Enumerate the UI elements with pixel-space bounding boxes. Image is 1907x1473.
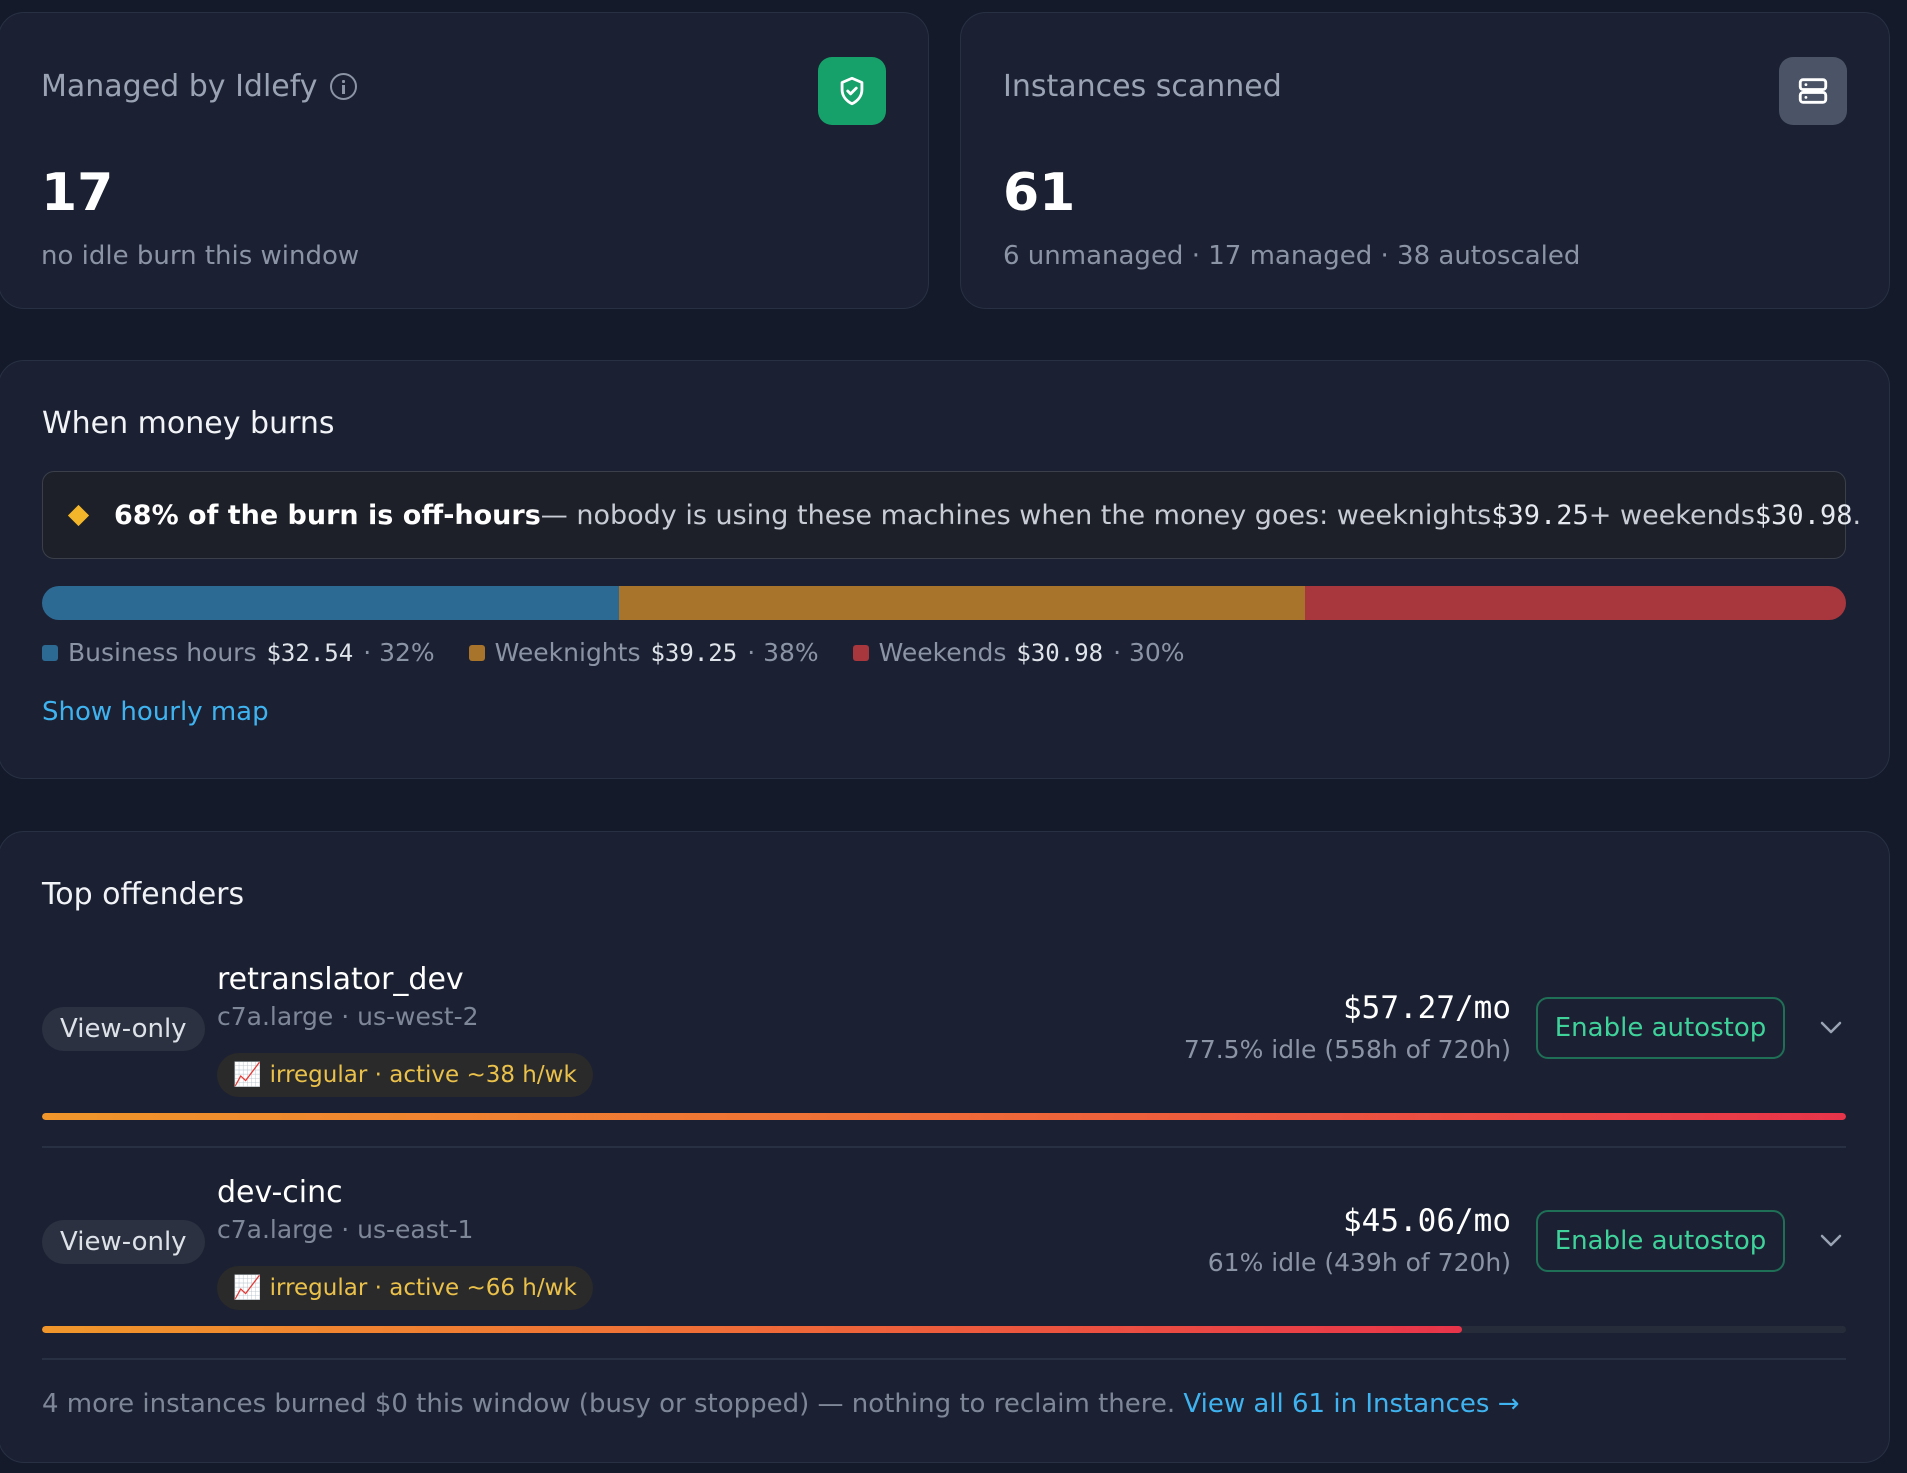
shield-check-icon [818, 57, 886, 125]
view-only-badge: View-only [42, 1220, 205, 1264]
scanned-card: Instances scanned 61 6 unmanaged · 17 ma… [960, 12, 1890, 309]
view-all-instances-link[interactable]: View all 61 in Instances → [1183, 1389, 1519, 1419]
offender-row: View-only dev-cinc c7a.large · us-east-1… [42, 1173, 1846, 1333]
chevron-down-icon[interactable] [1816, 1226, 1846, 1256]
legend-swatch [42, 644, 58, 661]
scanned-subtitle: 6 unmanaged · 17 managed · 38 autoscaled [1003, 241, 1581, 271]
offenders-footer: 4 more instances burned $0 this window (… [42, 1389, 1520, 1419]
chart-increasing-icon: 📈 [233, 1275, 262, 1301]
managed-count: 17 [41, 163, 114, 223]
instance-meta: c7a.large · us-east-1 [217, 1215, 474, 1244]
instance-meta: c7a.large · us-west-2 [217, 1002, 479, 1031]
monthly-cost: $45.06/mo [1343, 1203, 1511, 1239]
segment-business-hours [42, 586, 620, 620]
segment-weeknights [619, 586, 1305, 620]
instance-name[interactable]: retranslator_dev [217, 962, 464, 997]
scanned-label: Instances scanned [1003, 69, 1282, 104]
callout-weekends: $30.98 [1754, 499, 1853, 531]
legend-swatch [852, 644, 869, 661]
legend-business-hours: Business hours $32.54 · 32% [42, 638, 435, 667]
dashboard: Managed by Idlefy 17 no idle burn this w… [0, 0, 1907, 1473]
idle-stats: 61% idle (439h of 720h) [1207, 1248, 1511, 1277]
callout-text: — nobody is using these machines when th… [540, 499, 1492, 531]
offenders-title: Top offenders [42, 877, 245, 912]
idle-cost-bar [42, 1326, 1846, 1333]
enable-autostop-button[interactable]: Enable autostop [1536, 1210, 1785, 1272]
view-only-badge: View-only [42, 1007, 205, 1051]
managed-subtitle: no idle burn this window [41, 241, 360, 271]
chevron-down-icon[interactable] [1816, 1013, 1846, 1043]
row-divider [42, 1358, 1846, 1360]
info-icon[interactable] [329, 73, 357, 100]
activity-tag: 📈 irregular · active ~66 h/wk [217, 1266, 593, 1310]
enable-autostop-button[interactable]: Enable autostop [1536, 997, 1785, 1059]
burn-title: When money burns [42, 406, 335, 441]
callout-end: . [1852, 499, 1862, 531]
warning-diamond-icon [67, 504, 90, 526]
callout-bold: 68% of the burn is off-hours [114, 499, 541, 531]
legend-weekends: Weekends $30.98 · 30% [852, 638, 1185, 667]
managed-label: Managed by Idlefy [41, 69, 357, 104]
legend-swatch [468, 644, 485, 661]
row-divider [42, 1146, 1846, 1148]
instance-name[interactable]: dev-cinc [217, 1175, 343, 1210]
callout-plus: + weekends [1588, 499, 1755, 531]
off-hours-callout: 68% of the burn is off-hours — nobody is… [42, 471, 1861, 559]
show-hourly-map-link[interactable]: Show hourly map [42, 697, 269, 727]
offender-row: View-only retranslator_dev c7a.large · u… [42, 960, 1846, 1120]
burn-stacked-bar [42, 586, 1846, 620]
burn-legend: Business hours $32.54 · 32% Weeknights $… [42, 638, 1185, 667]
server-icon [1779, 57, 1847, 125]
idle-cost-bar-fill [42, 1326, 1462, 1333]
activity-tag: 📈 irregular · active ~38 h/wk [217, 1053, 593, 1097]
callout-weeknights: $39.25 [1491, 499, 1589, 531]
segment-weekends [1304, 586, 1846, 620]
legend-weeknights: Weeknights $39.25 · 38% [468, 638, 819, 667]
idle-stats: 77.5% idle (558h of 720h) [1183, 1035, 1511, 1064]
managed-card: Managed by Idlefy 17 no idle burn this w… [0, 12, 929, 309]
monthly-cost: $57.27/mo [1343, 990, 1511, 1026]
idle-cost-bar-fill [42, 1113, 1846, 1120]
idle-cost-bar [42, 1113, 1846, 1120]
scanned-count: 61 [1003, 163, 1076, 223]
chart-increasing-icon: 📈 [233, 1062, 262, 1088]
